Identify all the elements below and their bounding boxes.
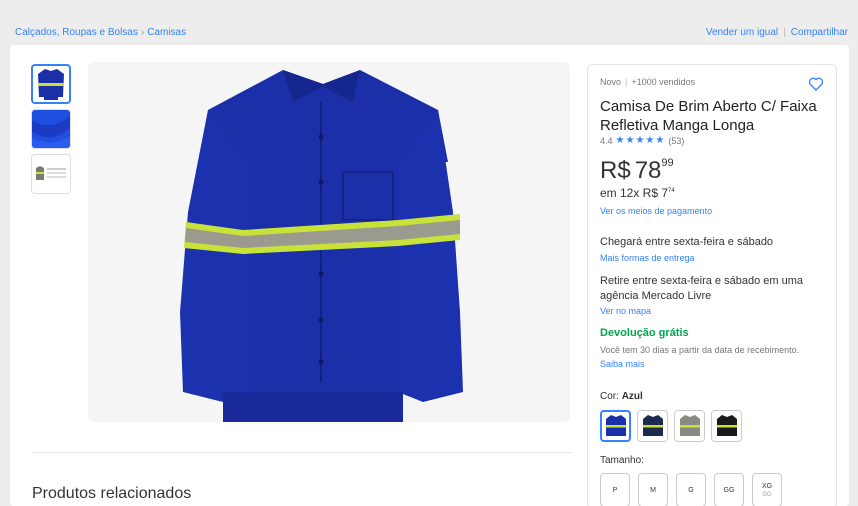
- price-integer: 78: [634, 157, 662, 184]
- map-link[interactable]: Ver no mapa: [600, 306, 651, 316]
- learn-more-link[interactable]: Saiba mais: [600, 359, 645, 369]
- free-returns-title: Devolução grátis: [600, 327, 689, 339]
- condition-label: Novo: [600, 77, 622, 87]
- product-title: Camisa De Brim Aberto C/ Faixa Refletiva…: [600, 98, 817, 134]
- color-swatches: [600, 410, 742, 442]
- pickup-text: Retire entre sexta-feira e sábado em uma…: [600, 275, 803, 302]
- fabric-thumbnail-icon: [32, 110, 70, 148]
- breadcrumb-separator: ›: [140, 27, 145, 38]
- size-option-gg[interactable]: GG: [714, 473, 744, 506]
- shirt-icon: [716, 415, 737, 436]
- installments: em 12x R$ 774: [600, 186, 675, 200]
- heart-icon[interactable]: [808, 76, 824, 92]
- price: R$ 7899: [600, 157, 674, 185]
- swatch-navy[interactable]: [637, 410, 668, 442]
- size-label-text: G: [688, 486, 694, 494]
- shirt-image: [88, 62, 570, 422]
- price-cents: 99: [661, 157, 674, 169]
- shirt-icon: [679, 415, 700, 436]
- color-label: Cor: Azul: [600, 391, 643, 402]
- breadcrumb-item-subcategory[interactable]: Camisas: [147, 27, 186, 38]
- breadcrumb-item-category[interactable]: Calçados, Roupas e Bolsas: [15, 27, 138, 38]
- divider: |: [625, 77, 628, 87]
- size-label-text: M: [650, 486, 656, 494]
- color-label-text: Cor:: [600, 391, 619, 402]
- size-option-m[interactable]: M: [638, 473, 668, 506]
- thumbnail-2[interactable]: [31, 109, 71, 149]
- price-currency: R$: [600, 157, 631, 184]
- rating-value: 4.4: [600, 135, 613, 146]
- size-label-text: GG: [723, 486, 735, 494]
- top-actions: Vender um igual | Compartilhar: [706, 27, 848, 38]
- main-product-image[interactable]: [88, 62, 570, 422]
- swatch-gray[interactable]: [674, 410, 705, 442]
- returns-description: Você tem 30 dias a partir da data de rec…: [600, 345, 800, 355]
- related-products-title: Produtos relacionados: [32, 485, 192, 502]
- share-link[interactable]: Compartilhar: [791, 27, 848, 38]
- thumbnail-gallery: [31, 64, 71, 199]
- size-label-text: XG: [761, 482, 773, 490]
- sell-similar-link[interactable]: Vender um igual: [706, 27, 778, 38]
- size-label-text: P: [612, 486, 618, 494]
- size-sublabel: GG: [762, 491, 772, 498]
- size-option-g[interactable]: G: [676, 473, 706, 506]
- buy-box: Novo | +1000 vendidos Camisa De Brim Abert…: [587, 64, 837, 506]
- shipping-options-link[interactable]: Mais formas de entrega: [600, 253, 695, 263]
- shirt-thumbnail-icon: [38, 69, 64, 100]
- shirt-icon: [642, 415, 663, 436]
- swatch-black[interactable]: [711, 410, 742, 442]
- shirt-icon: [605, 415, 626, 436]
- thumbnail-1[interactable]: [31, 64, 71, 104]
- installments-cents: 74: [668, 188, 675, 194]
- size-options: P M G GG XG GG: [600, 473, 782, 506]
- arrival-text: Chegará entre sexta-feira e sábado: [600, 236, 774, 248]
- size-option-p[interactable]: P: [600, 473, 630, 506]
- size-label: Tamanho:: [600, 455, 644, 466]
- swatch-blue[interactable]: [600, 410, 631, 442]
- size-chart-thumbnail-icon: [36, 166, 66, 180]
- size-option-xg[interactable]: XG GG: [752, 473, 782, 506]
- breadcrumb: Calçados, Roupas e Bolsas › Camisas: [15, 27, 186, 38]
- color-value: Azul: [621, 391, 643, 402]
- sold-count: +1000 vendidos: [631, 77, 696, 87]
- divider: |: [783, 27, 786, 38]
- payment-methods-link[interactable]: Ver os meios de pagamento: [600, 206, 712, 216]
- product-meta: Novo | +1000 vendidos: [600, 77, 695, 87]
- divider-line: [32, 452, 572, 453]
- installments-text: em 12x R$ 7: [600, 186, 669, 200]
- review-count: (53): [668, 135, 685, 146]
- star-icons: ★★★★★: [615, 135, 666, 146]
- rating[interactable]: 4.4 ★★★★★ (53): [600, 135, 684, 146]
- thumbnail-3[interactable]: [31, 154, 71, 194]
